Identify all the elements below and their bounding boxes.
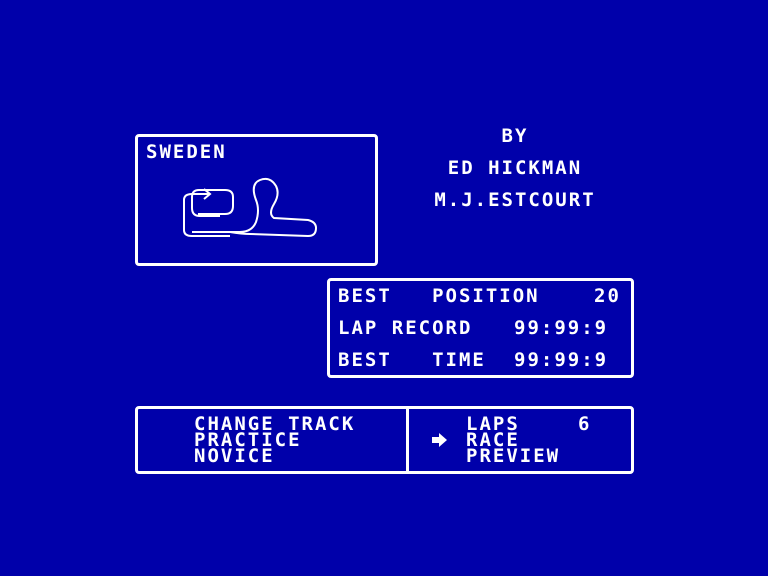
track-name: SWEDEN xyxy=(146,141,227,163)
lap-record-label: LAP RECORD xyxy=(338,317,473,339)
best-time-value: 99:99:9 xyxy=(514,349,609,371)
menu-item-novice[interactable]: NOVICE xyxy=(194,447,275,466)
credits-by: BY xyxy=(501,125,529,147)
menu-divider xyxy=(406,406,409,474)
selection-arrow-icon xyxy=(432,433,447,447)
laps-value: 6 xyxy=(578,413,592,435)
menu-item-preview[interactable]: PREVIEW xyxy=(466,447,560,466)
best-position-value: 20 xyxy=(594,285,621,307)
best-position-label: BEST POSITION xyxy=(338,285,540,307)
lap-record-value: 99:99:9 xyxy=(514,317,609,339)
best-time-label: BEST TIME xyxy=(338,349,486,371)
credits-author-2: M.J.ESTCOURT xyxy=(434,189,596,211)
track-map-icon xyxy=(183,177,318,238)
credits-author-1: ED HICKMAN xyxy=(447,157,583,179)
